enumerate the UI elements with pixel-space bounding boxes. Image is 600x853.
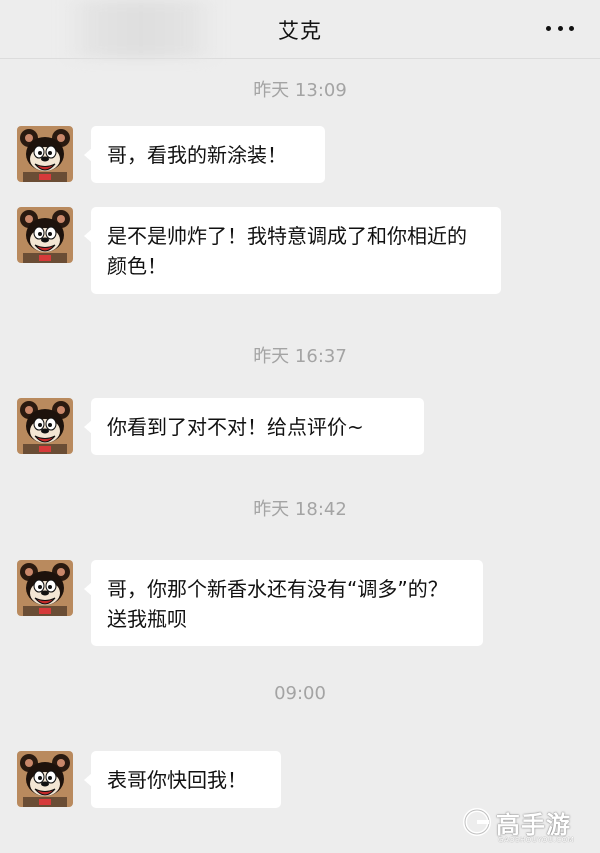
message-text: 哥，你那个新香水还有没有“调多”的？送我瓶呗 xyxy=(107,577,448,631)
message-text: 哥，看我的新涂装！ xyxy=(107,143,287,167)
message-text: 是不是帅炸了！我特意调成了和你相近的颜色！ xyxy=(107,224,467,278)
more-dots-icon[interactable] xyxy=(546,24,574,32)
timestamp: 昨天 13:09 xyxy=(253,80,347,101)
contact-avatar[interactable] xyxy=(17,126,73,182)
message-bubble[interactable]: 你看到了对不对！给点评价~ xyxy=(84,398,424,455)
message-bubble[interactable]: 哥，你那个新香水还有没有“调多”的？送我瓶呗 xyxy=(84,560,483,646)
nav-bar: 艾克 xyxy=(0,0,600,59)
contact-avatar[interactable] xyxy=(17,207,73,263)
timestamp: 09:00 xyxy=(274,683,326,704)
message-bubble[interactable]: 哥，看我的新涂装！ xyxy=(84,126,325,183)
message-bubble[interactable]: 是不是帅炸了！我特意调成了和你相近的颜色！ xyxy=(84,207,501,294)
chat-title: 艾克 xyxy=(278,19,322,43)
contact-avatar[interactable] xyxy=(17,560,73,616)
chat-screen: 艾克 昨天 13:09 哥，看我的新涂装！ 是不是帅炸了！我特意调成了和你相近的… xyxy=(0,0,600,853)
watermark-domain: GAOSHOUYOU.COM xyxy=(498,836,575,844)
timestamp: 昨天 16:37 xyxy=(253,346,347,367)
contact-avatar[interactable] xyxy=(17,751,73,807)
contact-avatar[interactable] xyxy=(17,398,73,454)
watermark: 高手游 GAOSHOUYOU.COM xyxy=(462,803,592,849)
watermark-brand: 高手游 xyxy=(496,811,571,839)
watermark-logo-icon xyxy=(463,808,491,836)
message-bubble[interactable]: 表哥你快回我！ xyxy=(84,751,281,808)
message-text: 表哥你快回我！ xyxy=(107,768,247,792)
timestamp: 昨天 18:42 xyxy=(253,499,347,520)
message-text: 你看到了对不对！给点评价~ xyxy=(107,415,364,439)
